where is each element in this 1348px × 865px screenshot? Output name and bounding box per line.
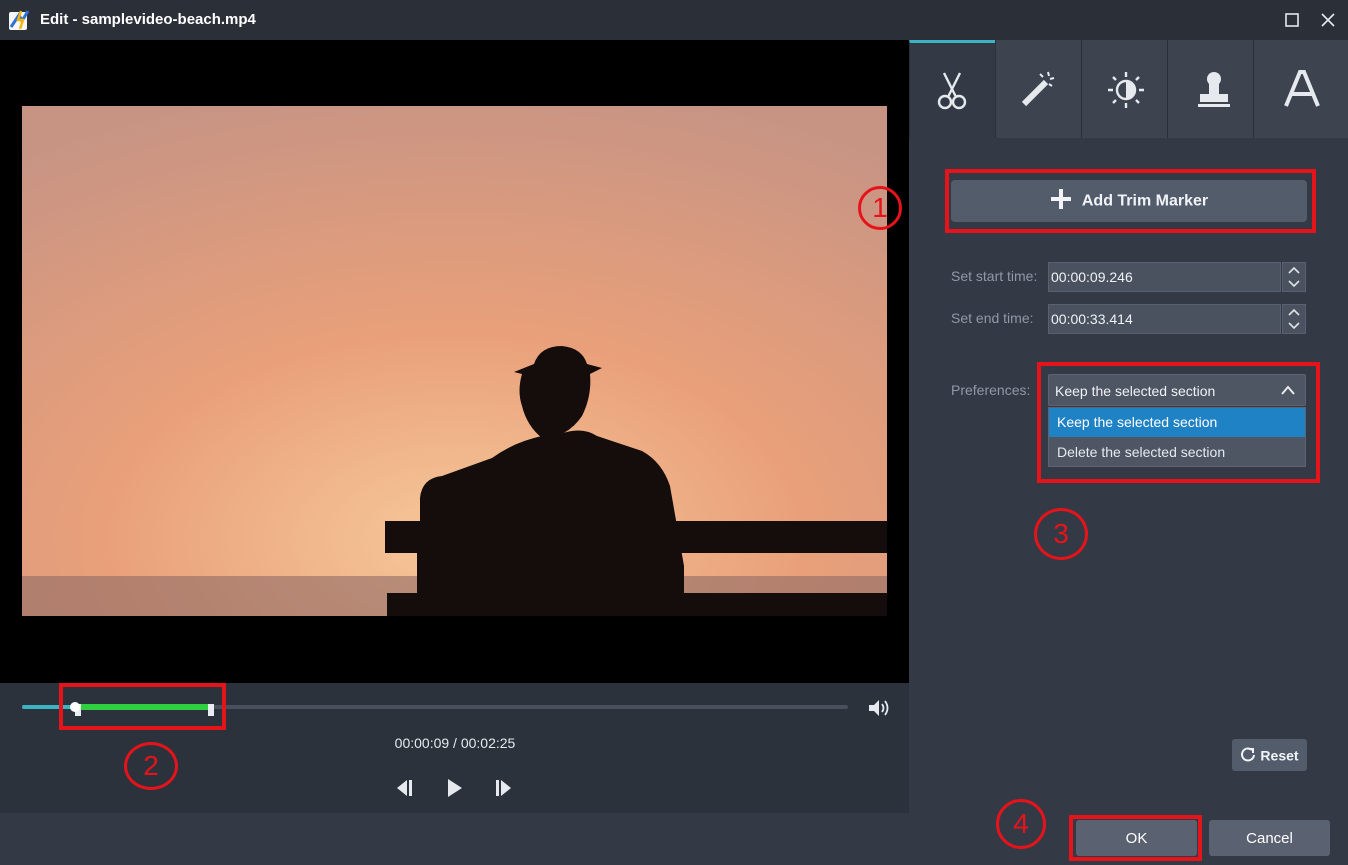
start-time-input[interactable] — [1048, 262, 1281, 292]
brightness-icon — [1108, 72, 1144, 108]
close-icon[interactable] — [1316, 8, 1340, 32]
reset-label: Reset — [1260, 747, 1299, 763]
start-time-stepper[interactable] — [1282, 262, 1306, 292]
text-icon — [1284, 70, 1320, 107]
time-separator: / — [453, 735, 457, 751]
end-time-stepper[interactable] — [1282, 304, 1306, 334]
annotation-number-1: 1 — [858, 186, 902, 230]
tab-effects[interactable] — [995, 40, 1081, 138]
annotation-number-2: 2 — [124, 742, 178, 790]
video-frame-image — [22, 106, 887, 616]
annotation-number-4: 4 — [996, 799, 1046, 849]
tab-watermark[interactable] — [1167, 40, 1253, 138]
reset-button[interactable]: Reset — [1232, 739, 1307, 771]
annotation-number-3: 3 — [1034, 508, 1088, 560]
stepper-arrows-icon — [1288, 308, 1300, 330]
annotation-box-3 — [1037, 362, 1320, 483]
annotation-box-4 — [1069, 815, 1202, 861]
tab-adjust[interactable] — [1081, 40, 1167, 138]
annotation-box-2 — [59, 683, 226, 730]
window-title: Edit - samplevideo-beach.mp4 — [40, 11, 256, 28]
stepper-arrows-icon — [1288, 266, 1300, 288]
maximize-icon[interactable] — [1280, 8, 1304, 32]
previous-frame-icon[interactable] — [393, 776, 417, 800]
stamp-icon — [1198, 72, 1230, 107]
time-current: 00:00:09 — [394, 735, 450, 751]
play-icon[interactable] — [442, 776, 466, 800]
end-time-label: Set end time: — [951, 310, 1034, 326]
time-total: 00:02:25 — [460, 735, 516, 751]
time-readout: 00:00:09 / 00:02:25 — [380, 735, 530, 751]
volume-icon[interactable] — [866, 697, 892, 719]
app-logo-icon — [9, 10, 30, 30]
annotation-box-1 — [945, 169, 1316, 233]
tab-trim[interactable] — [909, 40, 995, 138]
end-time-input[interactable] — [1048, 304, 1281, 334]
preferences-label: Preferences: — [951, 382, 1031, 398]
magic-wand-icon — [1021, 71, 1055, 107]
tab-text[interactable] — [1253, 40, 1348, 138]
scissors-icon — [937, 72, 967, 110]
reset-icon — [1240, 746, 1256, 765]
start-time-label: Set start time: — [951, 268, 1038, 284]
next-frame-icon[interactable] — [491, 776, 515, 800]
cancel-button[interactable]: Cancel — [1209, 820, 1330, 856]
